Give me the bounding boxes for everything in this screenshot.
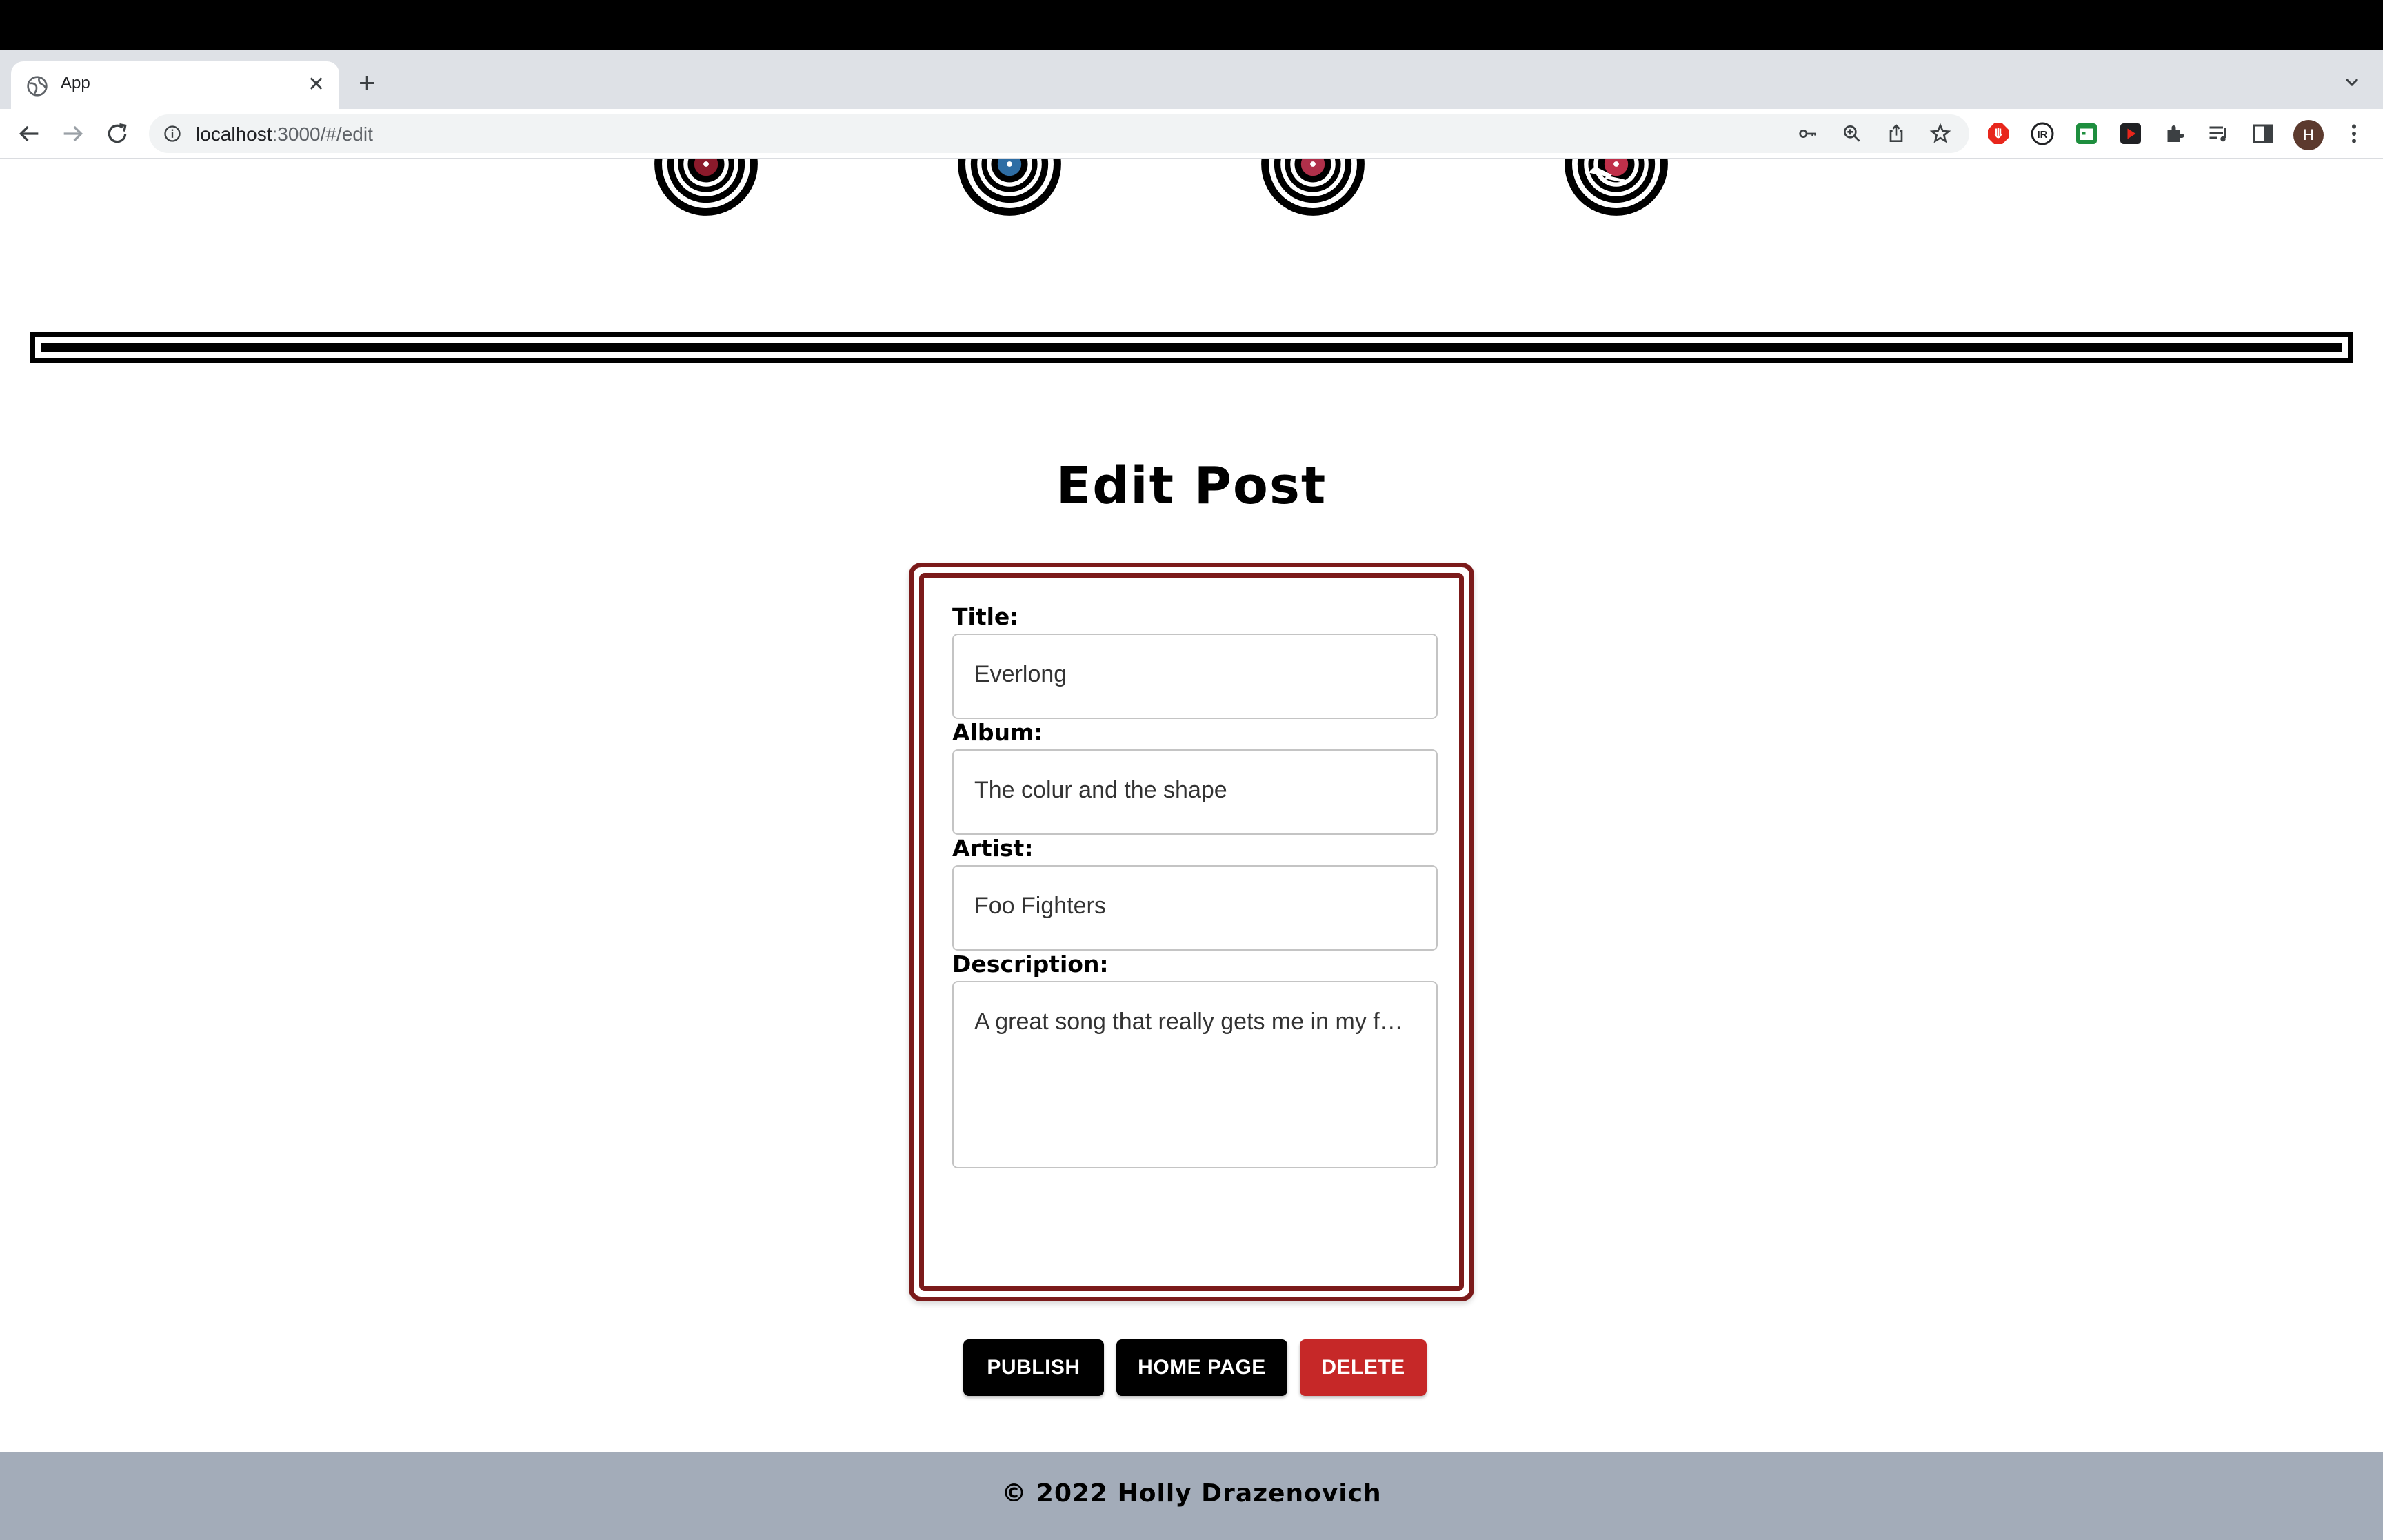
close-tab-icon[interactable]: ✕	[308, 74, 325, 96]
vinyl-record-icon[interactable]	[1562, 159, 1670, 218]
share-icon[interactable]	[1885, 123, 1907, 145]
video-extension-icon[interactable]	[2118, 121, 2143, 146]
browser-tab[interactable]: App ✕	[11, 61, 339, 109]
more-menu-icon[interactable]	[2342, 121, 2366, 146]
forward-arrow-icon[interactable]	[59, 120, 87, 148]
ir-extension-icon[interactable]: IR	[2030, 121, 2055, 146]
footer-copyright: © 2022 Holly Drazenovich	[1001, 1479, 1382, 1508]
home-page-button[interactable]: HOME PAGE	[1116, 1339, 1287, 1396]
title-label: Title:	[952, 603, 1019, 630]
calendar-extension-icon[interactable]	[2074, 121, 2099, 146]
adblock-extension-icon[interactable]	[1986, 121, 2011, 146]
side-panel-icon[interactable]	[2251, 121, 2275, 146]
browser-tab-strip: App ✕ +	[0, 50, 2383, 109]
page-title: Edit Post	[1056, 456, 1327, 516]
title-input[interactable]: Everlong	[952, 634, 1438, 719]
new-tab-icon[interactable]: +	[359, 68, 376, 97]
edit-post-form-card: Title: Everlong Album: The colur and the…	[909, 563, 1474, 1396]
header-divider-fill	[41, 343, 2342, 352]
album-label: Album:	[952, 719, 1043, 746]
url-text[interactable]: localhost:3000/#/edit	[196, 123, 373, 145]
vinyl-record-icon[interactable]	[1259, 159, 1367, 218]
chevron-down-icon[interactable]	[2341, 71, 2363, 93]
star-icon[interactable]	[1929, 123, 1951, 145]
globe-icon	[27, 76, 48, 97]
artist-input[interactable]: Foo Fighters	[952, 865, 1438, 951]
album-input[interactable]: The colur and the shape	[952, 749, 1438, 835]
album-input-value: The colur and the shape	[974, 777, 1227, 803]
puzzle-icon[interactable]	[2162, 121, 2187, 146]
description-textarea[interactable]: A great song that really gets me in my f…	[952, 981, 1438, 1168]
tab-title: App	[61, 74, 90, 92]
publish-button[interactable]: PUBLISH	[963, 1339, 1104, 1396]
title-input-value: Everlong	[974, 661, 1067, 687]
vinyl-record-icon[interactable]	[652, 159, 760, 218]
description-label: Description:	[952, 951, 1109, 977]
back-arrow-icon[interactable]	[15, 120, 43, 148]
vinyl-record-icon[interactable]	[956, 159, 1063, 218]
address-bar[interactable]: localhost:3000/#/edit	[149, 114, 1969, 153]
description-textarea-value: A great song that really gets me in my f…	[974, 1009, 1403, 1035]
artist-input-value: Foo Fighters	[974, 893, 1106, 919]
header-divider	[30, 332, 2353, 363]
os-menu-bar	[0, 0, 2383, 50]
browser-toolbar: localhost:3000/#/edit IR H	[0, 109, 2383, 159]
media-queue-icon[interactable]	[2206, 121, 2231, 146]
reload-icon[interactable]	[103, 120, 131, 148]
page-viewport: Edit Post Title: Everlong Album: The col…	[0, 159, 2383, 1540]
info-icon[interactable]	[163, 124, 182, 143]
key-icon[interactable]	[1797, 123, 1819, 145]
footer: © 2022 Holly Drazenovich	[0, 1452, 2383, 1540]
delete-button[interactable]: DELETE	[1300, 1339, 1427, 1396]
profile-avatar[interactable]: H	[2293, 120, 2324, 150]
svg-text:IR: IR	[2038, 129, 2048, 141]
zoom-icon[interactable]	[1841, 123, 1863, 145]
artist-label: Artist:	[952, 835, 1034, 862]
